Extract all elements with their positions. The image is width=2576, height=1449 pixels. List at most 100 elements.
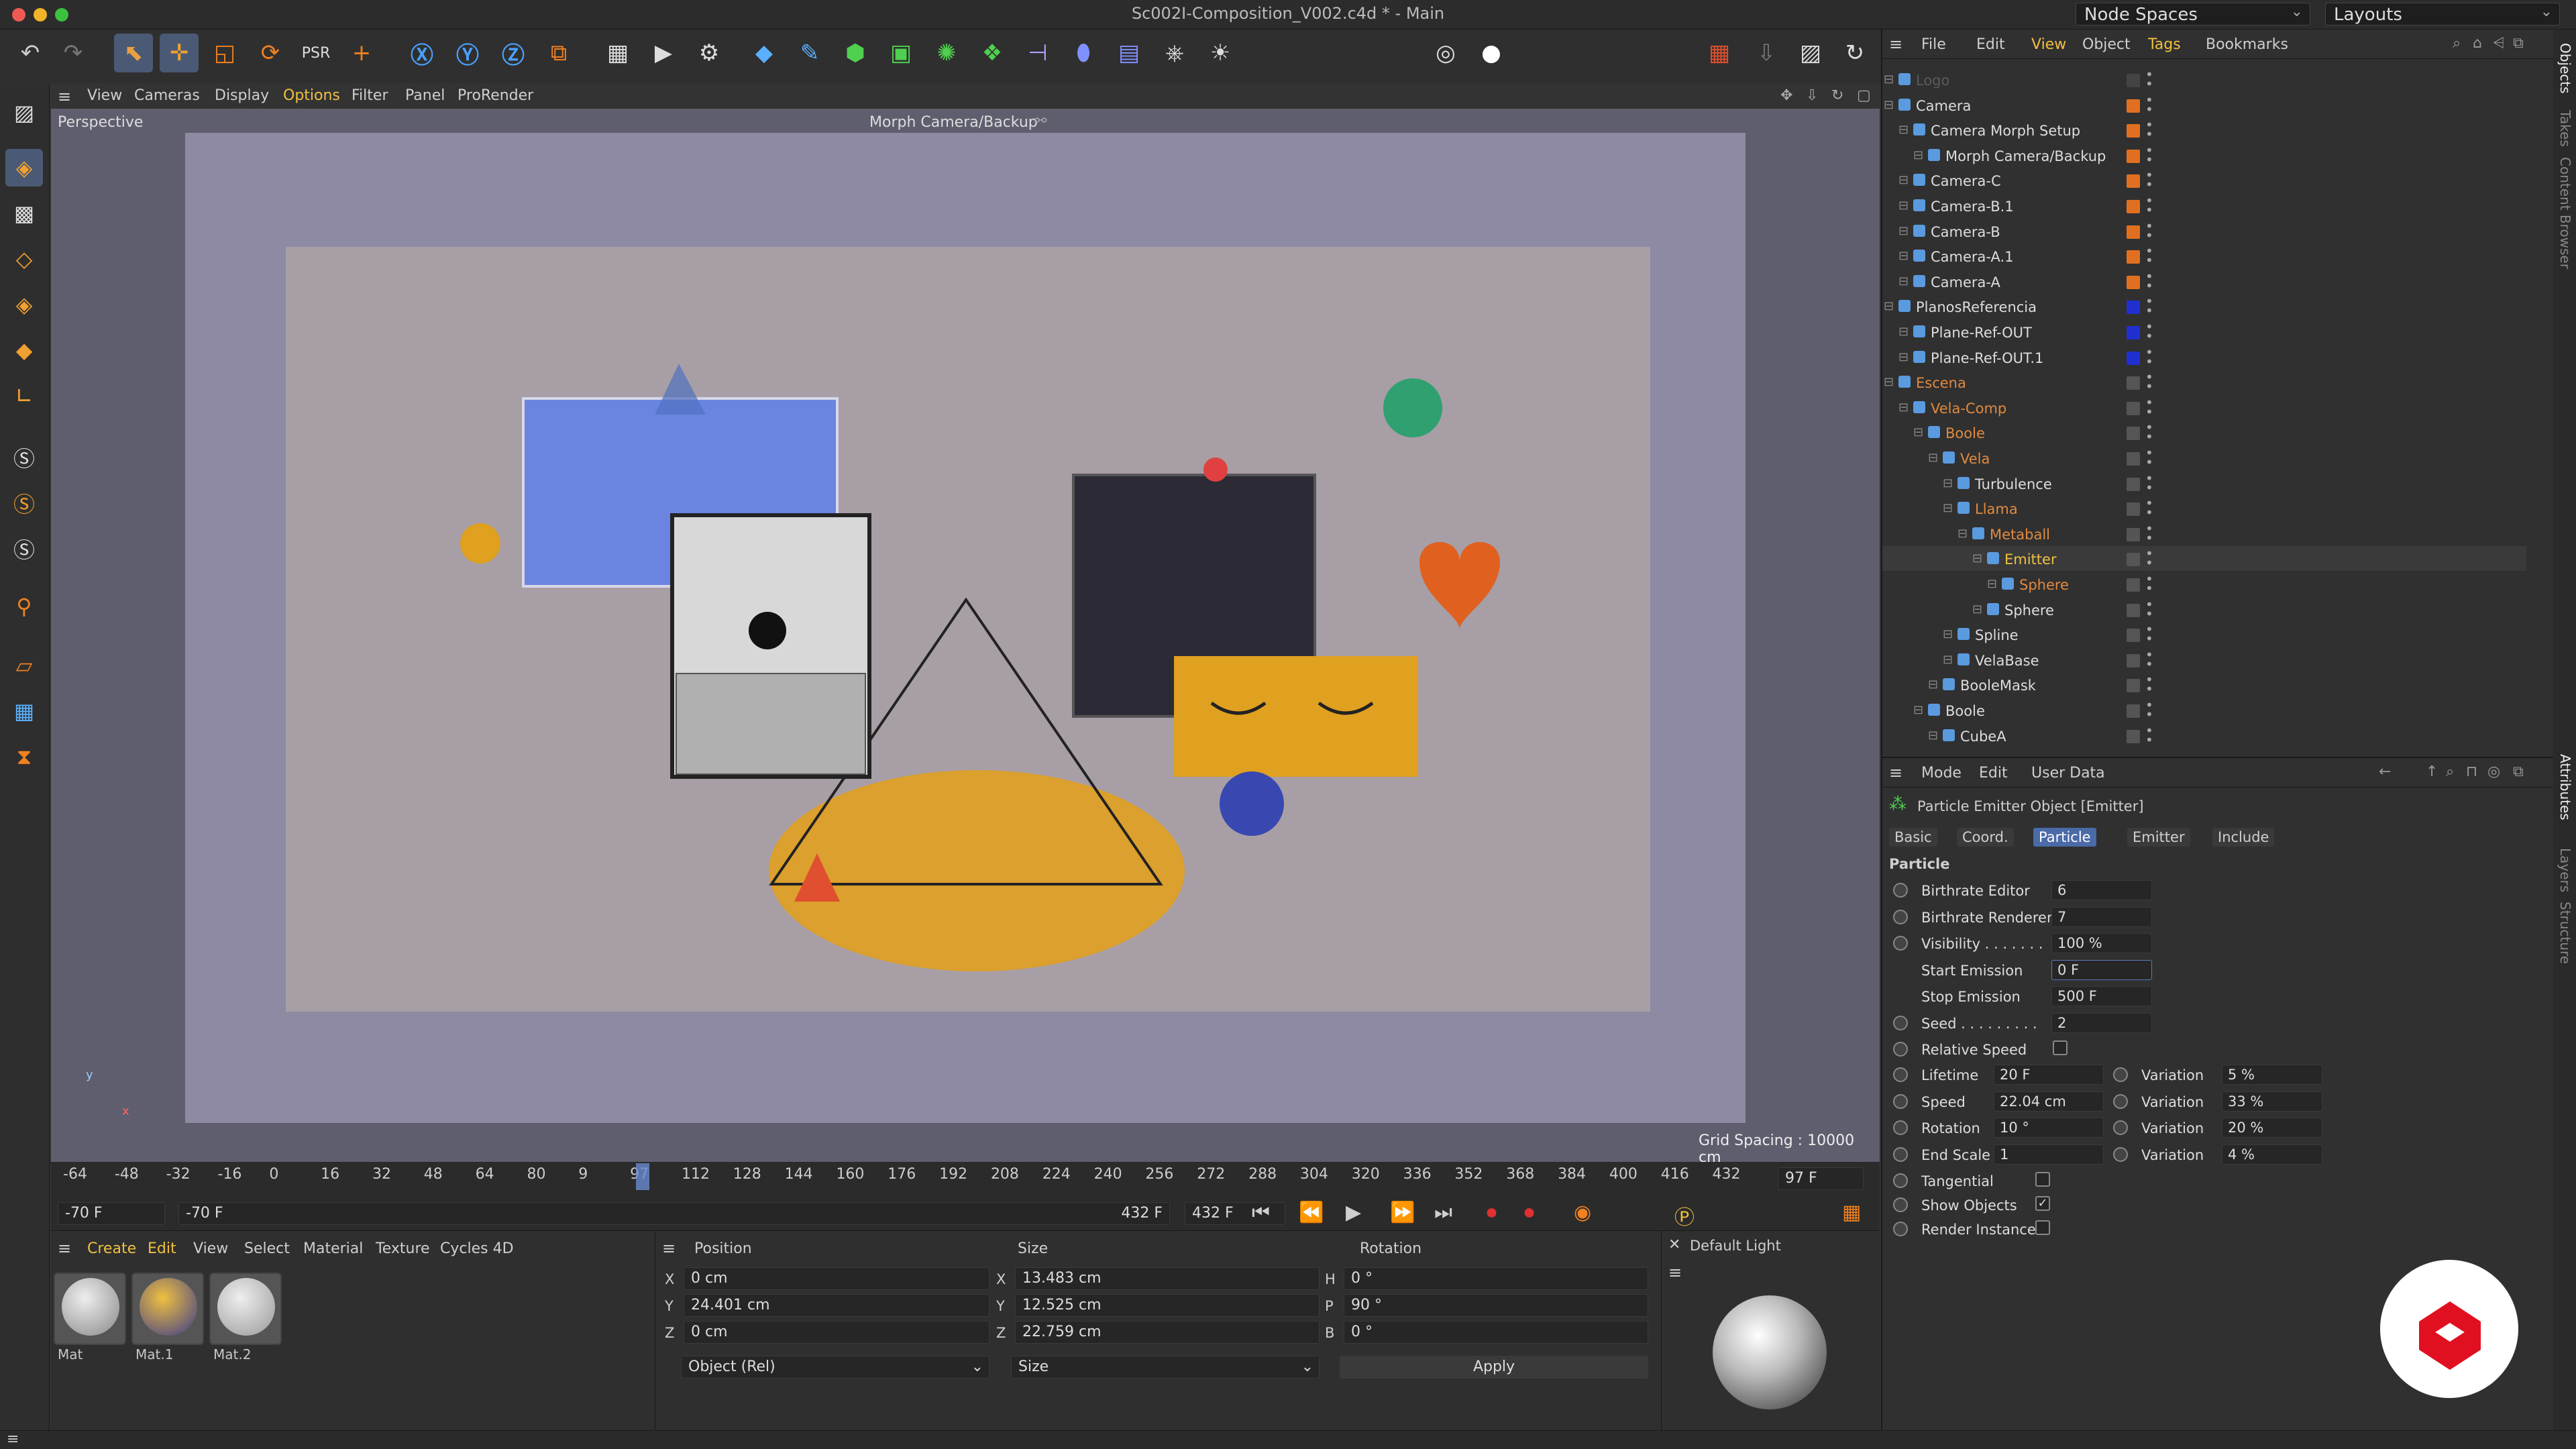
material-swatch-mat2[interactable]: Mat.2	[209, 1273, 282, 1362]
layer-color-swatch[interactable]	[2127, 704, 2140, 718]
object-row[interactable]: ⊟ Camera-B • •	[1882, 219, 2526, 244]
animation-key-icon[interactable]	[1893, 883, 1908, 898]
menu-options[interactable]: Options	[283, 87, 340, 104]
grid-icon[interactable]: ▦	[5, 692, 43, 730]
make-editable-icon[interactable]: ▨	[5, 94, 43, 131]
object-row[interactable]: ⊟ Camera-B.1 • •	[1882, 193, 2526, 218]
object-row[interactable]: ⊟ Camera-C • •	[1882, 168, 2526, 193]
pen-icon[interactable]: ✎	[790, 34, 829, 72]
material-swatch-mat[interactable]: Mat	[54, 1273, 126, 1362]
close-window-button[interactable]	[12, 8, 25, 21]
visibility-dots-icon[interactable]: • •	[2145, 320, 2153, 343]
object-row[interactable]: ⊟ Turbulence • •	[1882, 471, 2526, 496]
object-row[interactable]: ⊟ Plane-Ref-OUT • •	[1882, 319, 2526, 344]
cloner-icon[interactable]: ❖	[973, 34, 1012, 72]
param-value-field[interactable]: 0 F	[2051, 959, 2152, 980]
apply-button[interactable]: Apply	[1340, 1356, 1648, 1379]
rotation-b-field[interactable]: 0 °	[1344, 1321, 1648, 1344]
expand-toggle-icon[interactable]: ⊟	[1898, 274, 1909, 288]
keyframe-settings-icon[interactable]: ◉	[1574, 1201, 1591, 1224]
psr-icon[interactable]: PSR	[297, 34, 335, 72]
layer-color-swatch[interactable]	[2127, 603, 2140, 617]
param-value-field[interactable]: 100 %	[2051, 933, 2152, 953]
layer-color-swatch[interactable]	[2127, 679, 2140, 693]
right-tab-content-browser[interactable]: Content Browser	[2557, 157, 2573, 269]
preview-range-slider[interactable]: -70 F 432 F	[178, 1202, 1170, 1225]
polygons-mode-icon[interactable]: ◆	[5, 331, 43, 369]
object-row[interactable]: ⊟ Camera-A.1 • •	[1882, 244, 2526, 268]
object-row[interactable]: ⊟ Boole • •	[1882, 420, 2526, 445]
object-row[interactable]: ⊟ Vela • •	[1882, 445, 2526, 470]
attr-menu-user-data[interactable]: User Data	[2031, 765, 2105, 782]
refresh-icon[interactable]: ↻	[1835, 34, 1874, 72]
layer-color-swatch[interactable]	[2127, 326, 2140, 339]
light-icon[interactable]: ☀	[1201, 34, 1240, 72]
expand-toggle-icon[interactable]: ⊟	[1898, 400, 1909, 415]
expand-toggle-icon[interactable]: ⊟	[1884, 72, 1894, 87]
tangential-checkbox[interactable]	[2035, 1172, 2050, 1187]
layer-color-swatch[interactable]	[2127, 653, 2140, 667]
object-row[interactable]: ⊟ PlanosReferencia • •	[1882, 294, 2526, 319]
object-row[interactable]: ⊟ Sphere • •	[1882, 572, 2526, 596]
right-tab-attributes[interactable]: Attributes	[2557, 754, 2573, 820]
variation-field[interactable]: 4 %	[2222, 1144, 2322, 1165]
visibility-dots-icon[interactable]: • •	[2145, 421, 2153, 443]
param-value-field[interactable]: 20 F	[1994, 1065, 2104, 1085]
expand-toggle-icon[interactable]: ⊟	[1884, 98, 1894, 112]
visibility-dots-icon[interactable]: • •	[2145, 572, 2153, 595]
visibility-dots-icon[interactable]: • •	[2145, 168, 2153, 191]
layer-color-swatch[interactable]	[2127, 502, 2140, 517]
menu-hamburger-icon[interactable]: ≡	[7, 1431, 19, 1448]
animation-key-icon[interactable]	[1893, 1120, 1908, 1135]
layer-color-swatch[interactable]	[2127, 527, 2140, 541]
close-icon[interactable]: ✕	[1668, 1236, 1680, 1253]
current-frame-field[interactable]: 97 F	[1778, 1167, 1864, 1190]
tab-basic[interactable]: Basic	[1889, 828, 1937, 847]
object-row[interactable]: ⊟ Camera • •	[1882, 93, 2526, 117]
deformer-icon[interactable]: ⊣	[1018, 34, 1057, 72]
visibility-dots-icon[interactable]: • •	[2145, 118, 2153, 141]
prev-key-icon[interactable]: ⏪	[1299, 1201, 1324, 1224]
menu-panel[interactable]: Panel	[405, 87, 445, 104]
expand-toggle-icon[interactable]: ⊟	[1913, 703, 1923, 717]
animation-key-icon[interactable]	[1893, 909, 1908, 924]
expand-toggle-icon[interactable]: ⊟	[1898, 350, 1909, 364]
attr-menu-edit[interactable]: Edit	[1979, 765, 2008, 782]
rotation-h-field[interactable]: 0 °	[1344, 1267, 1648, 1290]
render-view-icon[interactable]: ▶	[644, 34, 683, 72]
y-axis-icon[interactable]: Ⓨ	[448, 34, 487, 72]
object-row[interactable]: ⊟ Morph Camera/Backup • •	[1882, 143, 2526, 168]
layer-color-swatch[interactable]	[2127, 149, 2140, 163]
mat-menu-view[interactable]: View	[193, 1240, 228, 1257]
object-row[interactable]: ⊟ Sphere • •	[1882, 597, 2526, 622]
expand-toggle-icon[interactable]: ⊟	[1943, 653, 1953, 667]
visibility-dots-icon[interactable]: • •	[2145, 673, 2153, 696]
menu-hamburger-icon[interactable]: ≡	[662, 1239, 676, 1258]
variation-field[interactable]: 33 %	[2222, 1091, 2322, 1112]
animation-key-icon[interactable]	[2113, 1093, 2128, 1109]
edges-mode-icon[interactable]: ◈	[5, 286, 43, 323]
show-objects-checkbox[interactable]: ✓	[2035, 1196, 2050, 1211]
object-row[interactable]: ⊟ Camera-A • •	[1882, 269, 2526, 294]
menu-view[interactable]: View	[87, 87, 122, 104]
visibility-dots-icon[interactable]: • •	[2145, 648, 2153, 671]
menu-hamburger-icon[interactable]: ≡	[58, 1239, 71, 1258]
layer-color-swatch[interactable]	[2127, 351, 2140, 365]
layer-color-swatch[interactable]	[2127, 250, 2140, 264]
expand-toggle-icon[interactable]: ⊟	[1884, 375, 1894, 389]
render-settings-icon[interactable]: ⚙	[690, 34, 729, 72]
move-icon[interactable]: ✛	[160, 34, 199, 72]
record-icon[interactable]: ⏺	[1487, 1201, 1497, 1224]
object-row[interactable]: ⊟ Vela-Comp • •	[1882, 395, 2526, 420]
camera-link-icon[interactable]: ⚯	[1034, 113, 1046, 129]
layer-color-swatch[interactable]	[2127, 74, 2140, 87]
menu-hamburger-icon[interactable]: ≡	[1668, 1263, 1682, 1282]
snap-icon[interactable]: Ⓢ	[5, 439, 43, 476]
layer-color-swatch[interactable]	[2127, 275, 2140, 289]
visibility-dots-icon[interactable]: • •	[2145, 724, 2153, 747]
size-mode-dropdown[interactable]: Size ⌄	[1011, 1356, 1320, 1379]
right-tab-takes[interactable]: Takes	[2557, 110, 2573, 147]
zoom-view-icon[interactable]: ⇩	[1806, 87, 1818, 104]
start-frame-field[interactable]: -70 F	[58, 1202, 165, 1225]
visibility-dots-icon[interactable]: • •	[2145, 547, 2153, 570]
